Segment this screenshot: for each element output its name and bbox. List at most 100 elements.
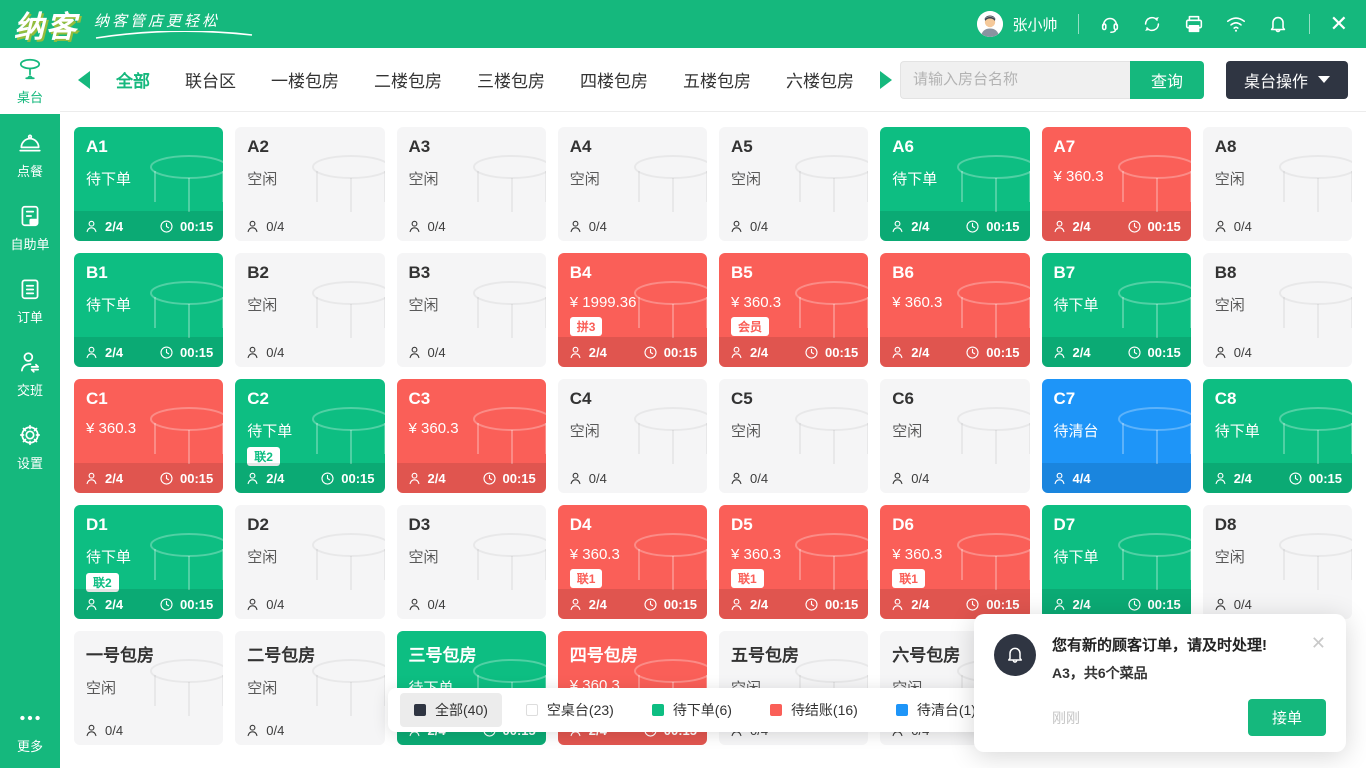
table-card-C5[interactable]: C5空闲0/4 bbox=[719, 379, 868, 493]
app-logo: 纳客 bbox=[14, 2, 78, 46]
table-illustration bbox=[454, 152, 546, 214]
tab-五楼包房[interactable]: 五楼包房 bbox=[683, 67, 751, 92]
printer-icon[interactable] bbox=[1183, 13, 1205, 35]
occupancy: 0/4 bbox=[890, 471, 929, 486]
table-card-C8[interactable]: C8待下单2/400:15 bbox=[1203, 379, 1352, 493]
sidebar-item-label: 订单 bbox=[17, 307, 43, 326]
table-illustration bbox=[938, 530, 1030, 592]
table-card-footer: 0/4 bbox=[1203, 211, 1352, 241]
tab-联台区[interactable]: 联台区 bbox=[185, 67, 236, 92]
table-card-D3[interactable]: D3空闲0/4 bbox=[397, 505, 546, 619]
table-card-B2[interactable]: B2空闲0/4 bbox=[235, 253, 384, 367]
legend-item-待结账(16)[interactable]: 待结账(16) bbox=[756, 693, 872, 727]
tabs-scroll-right-icon[interactable] bbox=[880, 71, 892, 89]
table-card-二号包房[interactable]: 二号包房空闲0/4 bbox=[235, 631, 384, 745]
occupancy: 0/4 bbox=[407, 219, 446, 234]
wifi-icon[interactable] bbox=[1225, 13, 1247, 35]
sidebar-item-设置[interactable]: 设置 bbox=[0, 415, 60, 479]
occupancy: 0/4 bbox=[407, 597, 446, 612]
table-card-C2[interactable]: C2待下单联22/400:15 bbox=[235, 379, 384, 493]
toast-close-icon[interactable]: ✕ bbox=[1311, 634, 1326, 683]
table-card-D2[interactable]: D2空闲0/4 bbox=[235, 505, 384, 619]
table-card-D8[interactable]: D8空闲0/4 bbox=[1203, 505, 1352, 619]
sidebar-item-label: 更多 bbox=[17, 736, 43, 755]
table-card-A7[interactable]: A7¥ 360.32/400:15 bbox=[1042, 127, 1191, 241]
notification-bell-icon bbox=[994, 634, 1036, 676]
legend-swatch-icon bbox=[652, 704, 664, 716]
sidebar-item-自助单[interactable]: 自助单 bbox=[0, 196, 60, 260]
sidebar-item-点餐[interactable]: 点餐 bbox=[0, 123, 60, 187]
table-card-A4[interactable]: A4空闲0/4 bbox=[558, 127, 707, 241]
table-card-C3[interactable]: C3¥ 360.32/400:15 bbox=[397, 379, 546, 493]
table-card-footer: 2/400:15 bbox=[719, 337, 868, 367]
sidebar-item-订单[interactable]: 订单 bbox=[0, 269, 60, 333]
table-card-C6[interactable]: C6空闲0/4 bbox=[880, 379, 1029, 493]
tab-三楼包房[interactable]: 三楼包房 bbox=[477, 67, 545, 92]
sidebar-item-more[interactable]: 更多 bbox=[0, 698, 60, 762]
tab-二楼包房[interactable]: 二楼包房 bbox=[374, 67, 442, 92]
table-tag-badge: 拼3 bbox=[570, 317, 603, 336]
user-avatar[interactable] bbox=[977, 11, 1003, 37]
toast-title: 您有新的顾客订单，请及时处理! bbox=[1052, 634, 1295, 655]
tab-四楼包房[interactable]: 四楼包房 bbox=[580, 67, 648, 92]
sidebar-item-label: 交班 bbox=[17, 380, 43, 399]
table-card-B6[interactable]: B6¥ 360.32/400:15 bbox=[880, 253, 1029, 367]
table-card-一号包房[interactable]: 一号包房空闲0/4 bbox=[74, 631, 223, 745]
table-card-A6[interactable]: A6待下单2/400:15 bbox=[880, 127, 1029, 241]
search-input[interactable] bbox=[900, 61, 1130, 99]
table-card-footer: 2/400:15 bbox=[235, 463, 384, 493]
legend-swatch-icon bbox=[414, 704, 426, 716]
sidebar-item-桌台[interactable]: 桌台 bbox=[0, 48, 60, 114]
table-card-D4[interactable]: D4¥ 360.3联12/400:15 bbox=[558, 505, 707, 619]
table-card-C1[interactable]: C1¥ 360.32/400:15 bbox=[74, 379, 223, 493]
occupancy: 2/4 bbox=[729, 345, 768, 360]
timer: 00:15 bbox=[965, 345, 1019, 360]
table-card-footer: 0/4 bbox=[235, 337, 384, 367]
table-illustration bbox=[454, 278, 546, 340]
legend-item-空桌台(23)[interactable]: 空桌台(23) bbox=[512, 693, 628, 727]
tagline-swoosh-decoration bbox=[94, 31, 254, 40]
table-card-footer: 2/400:15 bbox=[397, 463, 546, 493]
sync-icon[interactable] bbox=[1141, 13, 1163, 35]
tab-全部[interactable]: 全部 bbox=[116, 67, 150, 92]
table-card-A1[interactable]: A1待下单2/400:15 bbox=[74, 127, 223, 241]
table-card-A3[interactable]: A3空闲0/4 bbox=[397, 127, 546, 241]
table-card-C7[interactable]: C7待清台4/4 bbox=[1042, 379, 1191, 493]
table-card-D7[interactable]: D7待下单2/400:15 bbox=[1042, 505, 1191, 619]
table-card-D5[interactable]: D5¥ 360.3联12/400:15 bbox=[719, 505, 868, 619]
table-operations-button[interactable]: 桌台操作 bbox=[1226, 61, 1348, 99]
table-card-D6[interactable]: D6¥ 360.3联12/400:15 bbox=[880, 505, 1029, 619]
table-card-D1[interactable]: D1待下单联22/400:15 bbox=[74, 505, 223, 619]
table-tag-badge: 联1 bbox=[892, 569, 925, 588]
table-card-footer: 2/400:15 bbox=[74, 589, 223, 619]
bell-icon[interactable] bbox=[1267, 13, 1289, 35]
table-card-A5[interactable]: A5空闲0/4 bbox=[719, 127, 868, 241]
table-card-footer: 2/400:15 bbox=[880, 337, 1029, 367]
headset-icon[interactable] bbox=[1099, 13, 1121, 35]
table-card-B1[interactable]: B1待下单2/400:15 bbox=[74, 253, 223, 367]
table-card-B3[interactable]: B3空闲0/4 bbox=[397, 253, 546, 367]
legend-label: 待清台(1) bbox=[917, 700, 976, 720]
status-legend: 全部(40) 空桌台(23) 待下单(6) 待结账(16) 待清台(1) bbox=[388, 688, 1002, 732]
legend-item-全部(40)[interactable]: 全部(40) bbox=[400, 693, 502, 727]
table-card-A2[interactable]: A2空闲0/4 bbox=[235, 127, 384, 241]
table-card-A8[interactable]: A8空闲0/4 bbox=[1203, 127, 1352, 241]
tab-一楼包房[interactable]: 一楼包房 bbox=[271, 67, 339, 92]
accept-order-button[interactable]: 接单 bbox=[1248, 699, 1326, 736]
table-card-C4[interactable]: C4空闲0/4 bbox=[558, 379, 707, 493]
table-card-footer: 0/4 bbox=[1203, 337, 1352, 367]
legend-item-待下单(6)[interactable]: 待下单(6) bbox=[638, 693, 746, 727]
table-card-B8[interactable]: B8空闲0/4 bbox=[1203, 253, 1352, 367]
tabs-scroll-left-icon[interactable] bbox=[78, 71, 90, 89]
table-card-B7[interactable]: B7待下单2/400:15 bbox=[1042, 253, 1191, 367]
table-card-B4[interactable]: B4¥ 1999.36拼32/400:15 bbox=[558, 253, 707, 367]
search-button[interactable]: 查询 bbox=[1130, 61, 1204, 99]
close-app-icon[interactable]: ✕ bbox=[1330, 13, 1348, 35]
table-card-B5[interactable]: B5¥ 360.3会员2/400:15 bbox=[719, 253, 868, 367]
sidebar-item-交班[interactable]: 交班 bbox=[0, 342, 60, 406]
table-tag-badge: 会员 bbox=[731, 317, 769, 336]
occupancy: 2/4 bbox=[84, 597, 123, 612]
table-illustration bbox=[615, 404, 707, 466]
occupancy: 2/4 bbox=[245, 471, 284, 486]
tab-六楼包房[interactable]: 六楼包房 bbox=[786, 67, 854, 92]
